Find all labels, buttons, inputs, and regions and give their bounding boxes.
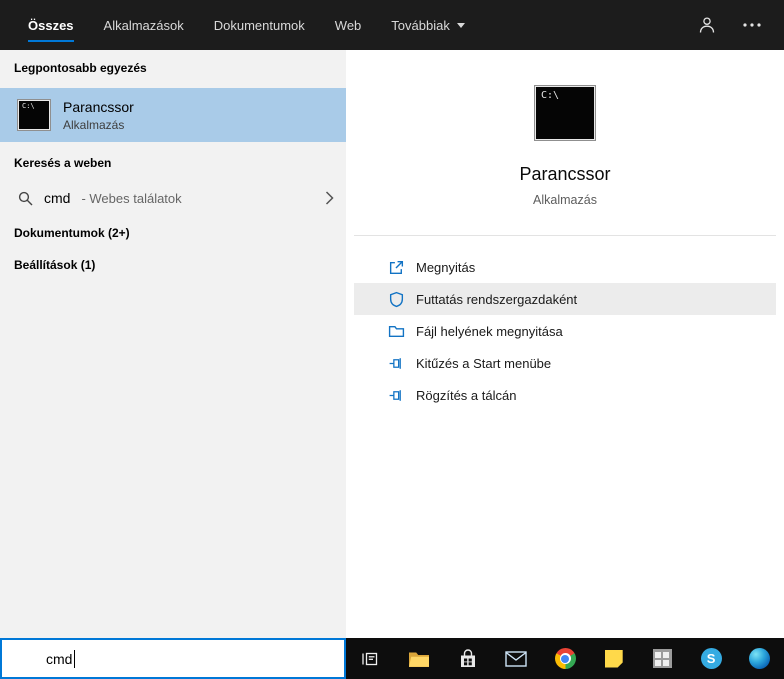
search-topbar: Összes Alkalmazások Dokumentumok Web Tov… [0, 0, 784, 50]
store-icon [459, 648, 477, 669]
action-label: Kitűzés a Start menübe [416, 355, 552, 371]
taskbar-pinned-apps: S [346, 638, 784, 679]
task-view-icon [360, 649, 380, 669]
tab-web[interactable]: Web [335, 0, 362, 50]
search-filter-tabs: Összes Alkalmazások Dokumentumok Web Tov… [0, 0, 465, 50]
pin-icon [388, 387, 405, 404]
web-search-result[interactable]: cmd - Webes találatok [0, 182, 346, 214]
action-label: Fájl helyének megnyitása [416, 323, 563, 339]
user-icon[interactable] [698, 16, 716, 34]
mail-button[interactable] [492, 638, 541, 679]
search-icon [18, 191, 33, 206]
app-subtitle: Alkalmazás [533, 193, 597, 207]
tab-documents-label: Dokumentumok [213, 17, 305, 33]
sticky-notes-icon [604, 649, 623, 668]
skype-button[interactable]: S [687, 638, 736, 679]
best-match-subtitle: Alkalmazás [63, 117, 125, 132]
more-options-icon[interactable] [742, 22, 762, 28]
sticky-notes-button[interactable] [589, 638, 638, 679]
action-pin-to-start[interactable]: Kitűzés a Start menübe [354, 347, 776, 379]
web-query-text: cmd [44, 190, 71, 206]
windows-search-flyout: Összes Alkalmazások Dokumentumok Web Tov… [0, 0, 784, 679]
admin-shield-icon [388, 291, 405, 308]
action-label: Futtatás rendszergazdaként [416, 291, 578, 307]
web-search-header: Keresés a weben [14, 156, 112, 170]
search-input-value: cmd [46, 650, 73, 667]
action-open-file-location[interactable]: Fájl helyének megnyitása [354, 315, 776, 347]
settings-group-header[interactable]: Beállítások (1) [14, 258, 95, 272]
context-actions: Megnyitás Futtatás rendszergazdaként Fáj… [346, 251, 784, 411]
edge-button[interactable] [735, 638, 784, 679]
app-title: Parancssor [519, 164, 611, 184]
skype-icon: S [700, 648, 722, 669]
tab-all[interactable]: Összes [28, 0, 74, 50]
chevron-down-icon [456, 22, 465, 28]
text-caret [74, 649, 76, 668]
best-match-result[interactable]: C:\ Parancssor Alkalmazás [0, 88, 346, 142]
file-explorer-icon [408, 650, 430, 668]
grid-app-icon [652, 649, 672, 668]
tab-more-label: Továbbiak [391, 17, 450, 33]
tab-all-label: Összes [28, 17, 74, 33]
file-explorer-button[interactable] [395, 638, 444, 679]
best-match-text: Parancssor Alkalmazás [63, 99, 134, 132]
tab-more[interactable]: Továbbiak [391, 0, 465, 50]
cmd-prompt-glyph: C:\ [22, 102, 35, 110]
action-pin-to-taskbar[interactable]: Rögzítés a tálcán [354, 379, 776, 411]
chevron-right-icon [325, 191, 334, 205]
taskbar-search-input[interactable]: cmd [0, 638, 346, 679]
action-run-as-admin[interactable]: Futtatás rendszergazdaként [354, 283, 776, 315]
folder-icon [388, 323, 405, 340]
documents-group-header[interactable]: Dokumentumok (2+) [14, 226, 130, 240]
edge-icon [749, 648, 771, 669]
grid-app-button[interactable] [638, 638, 687, 679]
divider [354, 235, 776, 236]
action-open[interactable]: Megnyitás [354, 251, 776, 283]
action-label: Megnyitás [416, 259, 476, 275]
preview-panel: C:\ Parancssor Alkalmazás Megnyitás Futt… [346, 50, 784, 638]
chrome-button[interactable] [541, 638, 590, 679]
pin-icon [388, 355, 405, 372]
tab-apps[interactable]: Alkalmazások [104, 0, 184, 50]
task-view-button[interactable] [346, 638, 395, 679]
tab-apps-label: Alkalmazások [103, 17, 184, 33]
cmd-prompt-glyph: C:\ [541, 90, 560, 101]
search-results-panel: Legpontosabb egyezés C:\ Parancssor Alka… [0, 50, 346, 638]
open-icon [388, 259, 405, 276]
cmd-icon-large: C:\ [535, 86, 595, 140]
action-label: Rögzítés a tálcán [416, 387, 517, 403]
best-match-title: Parancssor [63, 98, 134, 115]
chrome-icon [554, 648, 576, 669]
tab-documents[interactable]: Dokumentumok [214, 0, 305, 50]
store-button[interactable] [443, 638, 492, 679]
best-match-header: Legpontosabb egyezés [14, 61, 147, 75]
cmd-icon: C:\ [18, 100, 50, 130]
web-suffix-text: - Webes találatok [81, 190, 182, 206]
topbar-actions [698, 0, 784, 50]
mail-icon [505, 650, 528, 667]
tab-web-label: Web [334, 17, 362, 33]
